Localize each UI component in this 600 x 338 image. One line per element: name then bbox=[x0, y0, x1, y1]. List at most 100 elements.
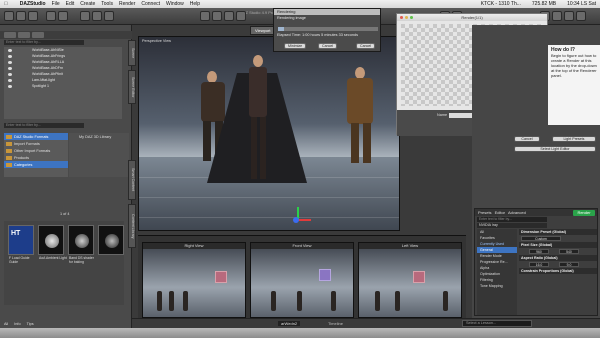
radio-status[interactable]: KTCK - 1310 Th... bbox=[481, 1, 521, 7]
save-icon[interactable] bbox=[28, 11, 38, 21]
new-scene-icon[interactable] bbox=[4, 11, 14, 21]
gizmo-x-axis[interactable] bbox=[297, 219, 311, 221]
menu-tools[interactable]: Tools bbox=[101, 1, 113, 7]
content-thumb[interactable]: Band DS shader for baking bbox=[68, 225, 94, 263]
help-cancel-button[interactable]: Cancel bbox=[514, 136, 540, 142]
tab-info[interactable]: Info bbox=[14, 322, 20, 326]
vtab-scene-editor[interactable]: Scene Editor bbox=[128, 70, 136, 104]
timeline-tab[interactable]: Timeline bbox=[328, 321, 343, 326]
scene-search-input[interactable]: Enter text to filter by... bbox=[4, 40, 84, 45]
library-label[interactable]: My DAZ 3D Library bbox=[69, 133, 129, 139]
render-progress-dialog: Rendering Rendering image Elapsed Time: … bbox=[273, 8, 381, 52]
visibility-icon[interactable] bbox=[8, 48, 12, 52]
visibility-icon[interactable] bbox=[8, 60, 12, 64]
scene-tab-2[interactable] bbox=[18, 32, 30, 38]
tree-label: Other Import Formats bbox=[14, 148, 51, 153]
visibility-icon[interactable] bbox=[8, 66, 12, 70]
lesson-select[interactable]: Select a Lesson... bbox=[462, 320, 532, 327]
render-button[interactable]: Render bbox=[573, 210, 595, 216]
tree-item-daz-formats[interactable]: DAZ Studio Formats bbox=[4, 133, 68, 140]
tab-tips[interactable]: Tips bbox=[27, 322, 34, 326]
visibility-icon[interactable] bbox=[8, 72, 12, 76]
tree-item-products[interactable]: Products bbox=[4, 154, 68, 161]
smart-content-search-input[interactable]: Enter text to filter by... bbox=[4, 123, 84, 128]
visibility-icon[interactable] bbox=[8, 84, 12, 88]
constrain-proportions-label: Constrain Proportions (Global) bbox=[519, 268, 597, 274]
content-thumb[interactable]: HT F Load Guide Guide bbox=[8, 225, 34, 263]
figure-tool-icon[interactable] bbox=[576, 11, 586, 21]
undo-icon[interactable] bbox=[46, 11, 56, 21]
menu-render[interactable]: Render bbox=[119, 1, 135, 7]
redo-icon[interactable] bbox=[58, 11, 68, 21]
minimize-button[interactable]: Minimize bbox=[284, 43, 307, 49]
content-thumb[interactable] bbox=[98, 225, 124, 255]
aux-view-right[interactable]: Right View bbox=[142, 242, 246, 318]
dimension-preset-select[interactable]: Custom bbox=[521, 236, 561, 241]
render-settings-search[interactable]: Enter text to filter by... bbox=[477, 217, 547, 222]
thumb-caption: F Load Guide Guide bbox=[9, 256, 30, 264]
camera-tool-icon[interactable] bbox=[552, 11, 562, 21]
light-tool-icon[interactable] bbox=[564, 11, 574, 21]
close-icon[interactable] bbox=[400, 16, 403, 19]
camera-label[interactable]: Perspective View bbox=[142, 39, 171, 43]
tree-item-import-formats[interactable]: Import Formats bbox=[4, 140, 68, 147]
vtab-content-library[interactable]: Content Library bbox=[128, 204, 136, 248]
tab-all[interactable]: All bbox=[4, 322, 8, 326]
menu-connect[interactable]: Connect bbox=[141, 1, 160, 7]
scene-tab-3[interactable] bbox=[32, 32, 44, 38]
main-viewport[interactable]: Perspective View bbox=[138, 36, 400, 231]
aux-viewports: Right View Front View Left View bbox=[138, 235, 466, 319]
group-tone-mapping[interactable]: Tone Mapping bbox=[477, 283, 517, 289]
pixel-height-input[interactable]: 540 bbox=[559, 249, 579, 254]
tab-presets[interactable]: Presets bbox=[478, 210, 492, 215]
light-presets-button[interactable]: Light Presets bbox=[552, 136, 596, 142]
figure-torso bbox=[347, 78, 373, 124]
universal-tool-icon[interactable] bbox=[236, 11, 246, 21]
spot-render-icon[interactable] bbox=[104, 11, 114, 21]
translate-tool-icon[interactable] bbox=[212, 11, 222, 21]
cancel-button[interactable]: Cancel bbox=[318, 43, 338, 49]
zoom-icon[interactable] bbox=[410, 16, 413, 19]
rotate-tool-icon[interactable] bbox=[200, 11, 210, 21]
visibility-icon[interactable] bbox=[8, 78, 12, 82]
aspect-ratio-field: 16.0 9.0 bbox=[519, 261, 597, 268]
memory-status[interactable]: 725.82 MB bbox=[532, 1, 556, 7]
tree-item-other-import[interactable]: Other Import Formats bbox=[4, 147, 68, 154]
menu-window[interactable]: Window bbox=[166, 1, 184, 7]
engine-select[interactable]: NVIDIA Iray bbox=[477, 223, 547, 228]
clock[interactable]: 10:34 LS Sat bbox=[567, 1, 596, 7]
help-panel: How do I? Begin to figure out how to cre… bbox=[548, 45, 600, 125]
visibility-icon[interactable] bbox=[8, 54, 12, 58]
render-icon[interactable] bbox=[92, 11, 102, 21]
menu-edit[interactable]: Edit bbox=[66, 1, 75, 7]
vtab-scene[interactable]: Scene bbox=[128, 40, 136, 66]
menu-help[interactable]: Help bbox=[190, 1, 200, 7]
aux-view-front[interactable]: Front View bbox=[250, 242, 354, 318]
status-chip[interactable]: arWedn2 bbox=[278, 321, 301, 326]
tree-item-categories[interactable]: Categories bbox=[4, 161, 68, 168]
aux-view-left[interactable]: Left View bbox=[358, 242, 462, 318]
tab-advanced[interactable]: Advanced bbox=[508, 210, 526, 215]
menu-create[interactable]: Create bbox=[80, 1, 95, 7]
render-settings-icon[interactable] bbox=[80, 11, 90, 21]
select-light-editor-button[interactable]: Select Light Editor bbox=[514, 146, 596, 152]
cancel-button-2[interactable]: Cancel bbox=[356, 43, 376, 49]
gizmo-z-axis[interactable] bbox=[293, 217, 299, 223]
aspect-width-input[interactable]: 16.0 bbox=[529, 262, 549, 267]
open-icon[interactable] bbox=[16, 11, 26, 21]
aspect-height-input[interactable]: 9.0 bbox=[559, 262, 579, 267]
tab-viewport[interactable]: Viewport bbox=[250, 26, 276, 35]
scale-tool-icon[interactable] bbox=[224, 11, 234, 21]
scene-row[interactable]: Spotlight 1 bbox=[4, 83, 122, 89]
apple-icon[interactable]:  bbox=[4, 1, 8, 7]
selection-box bbox=[319, 269, 331, 281]
vtab-smart-content[interactable]: Smart Content bbox=[128, 160, 136, 200]
sphere-preview-icon bbox=[75, 234, 89, 248]
minimize-icon[interactable] bbox=[405, 16, 408, 19]
content-thumb[interactable]: AoA Ambient Light bbox=[38, 225, 67, 260]
pixel-width-input[interactable]: 960 bbox=[529, 249, 549, 254]
tab-editor[interactable]: Editor bbox=[495, 210, 505, 215]
app-name[interactable]: DAZStudio bbox=[20, 1, 46, 7]
scene-tab-1[interactable] bbox=[4, 32, 16, 38]
menu-file[interactable]: File bbox=[52, 1, 60, 7]
